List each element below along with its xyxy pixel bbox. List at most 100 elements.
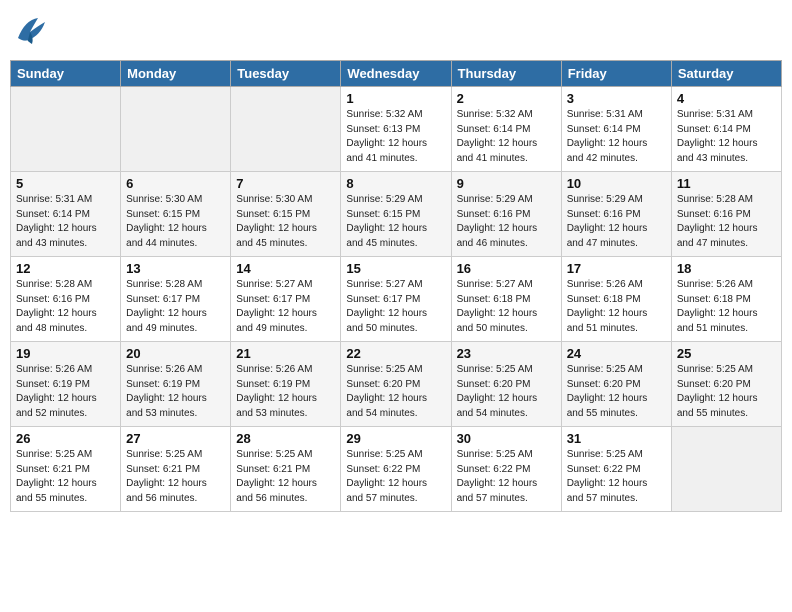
day-info: Sunrise: 5:25 AM Sunset: 6:21 PM Dayligh… bbox=[16, 448, 115, 506]
calendar-cell: 14 Sunrise: 5:27 AM Sunset: 6:17 PM Dayli… bbox=[231, 257, 341, 342]
day-info: Sunrise: 5:25 AM Sunset: 6:20 PM Dayligh… bbox=[677, 363, 776, 421]
week-row-3: 12 Sunrise: 5:28 AM Sunset: 6:16 PM Dayli… bbox=[11, 257, 782, 342]
calendar-cell: 5Sunrise: 5:31 AM Sunset: 6:14 PM Daylig… bbox=[11, 172, 121, 257]
calendar-table: SundayMondayTuesdayWednesdayThursdayFrid… bbox=[10, 60, 782, 512]
calendar-cell bbox=[11, 87, 121, 172]
day-number: 4 bbox=[677, 91, 776, 106]
calendar-cell bbox=[671, 427, 781, 512]
day-number: 6 bbox=[126, 176, 225, 191]
day-info: Sunrise: 5:25 AM Sunset: 6:20 PM Dayligh… bbox=[567, 363, 666, 421]
day-number: 17 bbox=[567, 261, 666, 276]
day-info: Sunrise: 5:26 AM Sunset: 6:19 PM Dayligh… bbox=[236, 363, 335, 421]
calendar-cell: 11Sunrise: 5:28 AM Sunset: 6:16 PM Dayli… bbox=[671, 172, 781, 257]
day-info: Sunrise: 5:27 AM Sunset: 6:17 PM Dayligh… bbox=[236, 278, 335, 336]
day-number: 22 bbox=[346, 346, 445, 361]
calendar-cell: 26 Sunrise: 5:25 AM Sunset: 6:21 PM Dayli… bbox=[11, 427, 121, 512]
day-number: 7 bbox=[236, 176, 335, 191]
header-row: SundayMondayTuesdayWednesdayThursdayFrid… bbox=[11, 61, 782, 87]
calendar-cell: 9Sunrise: 5:29 AM Sunset: 6:16 PM Daylig… bbox=[451, 172, 561, 257]
calendar-cell: 4 Sunrise: 5:31 AM Sunset: 6:14 PM Daylig… bbox=[671, 87, 781, 172]
calendar-cell: 7 Sunrise: 5:30 AM Sunset: 6:15 PM Daylig… bbox=[231, 172, 341, 257]
day-header-tuesday: Tuesday bbox=[231, 61, 341, 87]
day-info: Sunrise: 5:25 AM Sunset: 6:20 PM Dayligh… bbox=[346, 363, 445, 421]
day-header-thursday: Thursday bbox=[451, 61, 561, 87]
day-info: Sunrise: 5:27 AM Sunset: 6:17 PM Dayligh… bbox=[346, 278, 445, 336]
day-info: Sunrise: 5:25 AM Sunset: 6:21 PM Dayligh… bbox=[126, 448, 225, 506]
day-number: 5 bbox=[16, 176, 115, 191]
calendar-cell: 8 Sunrise: 5:29 AM Sunset: 6:15 PM Daylig… bbox=[341, 172, 451, 257]
day-number: 18 bbox=[677, 261, 776, 276]
calendar-cell: 2 Sunrise: 5:32 AM Sunset: 6:14 PM Daylig… bbox=[451, 87, 561, 172]
calendar-cell: 10Sunrise: 5:29 AM Sunset: 6:16 PM Dayli… bbox=[561, 172, 671, 257]
day-number: 24 bbox=[567, 346, 666, 361]
day-number: 14 bbox=[236, 261, 335, 276]
calendar-cell: 12 Sunrise: 5:28 AM Sunset: 6:16 PM Dayli… bbox=[11, 257, 121, 342]
day-number: 27 bbox=[126, 431, 225, 446]
day-number: 21 bbox=[236, 346, 335, 361]
day-number: 19 bbox=[16, 346, 115, 361]
day-info: Sunrise: 5:28 AM Sunset: 6:16 PM Dayligh… bbox=[16, 278, 115, 336]
day-info: Sunrise: 5:31 AM Sunset: 6:14 PM Dayligh… bbox=[677, 108, 776, 166]
week-row-2: 5Sunrise: 5:31 AM Sunset: 6:14 PM Daylig… bbox=[11, 172, 782, 257]
day-number: 10 bbox=[567, 176, 666, 191]
day-info: Sunrise: 5:32 AM Sunset: 6:13 PM Dayligh… bbox=[346, 108, 445, 166]
day-info: Sunrise: 5:25 AM Sunset: 6:21 PM Dayligh… bbox=[236, 448, 335, 506]
day-number: 11 bbox=[677, 176, 776, 191]
calendar-cell: 13 Sunrise: 5:28 AM Sunset: 6:17 PM Dayli… bbox=[121, 257, 231, 342]
day-info: Sunrise: 5:31 AM Sunset: 6:14 PM Dayligh… bbox=[567, 108, 666, 166]
day-number: 15 bbox=[346, 261, 445, 276]
calendar-cell: 17 Sunrise: 5:26 AM Sunset: 6:18 PM Dayli… bbox=[561, 257, 671, 342]
day-info: Sunrise: 5:26 AM Sunset: 6:19 PM Dayligh… bbox=[16, 363, 115, 421]
week-row-1: 1 Sunrise: 5:32 AM Sunset: 6:13 PM Daylig… bbox=[11, 87, 782, 172]
day-number: 23 bbox=[457, 346, 556, 361]
day-number: 26 bbox=[16, 431, 115, 446]
calendar-cell: 23 Sunrise: 5:25 AM Sunset: 6:20 PM Dayli… bbox=[451, 342, 561, 427]
day-info: Sunrise: 5:27 AM Sunset: 6:18 PM Dayligh… bbox=[457, 278, 556, 336]
calendar-cell: 6 Sunrise: 5:30 AM Sunset: 6:15 PM Daylig… bbox=[121, 172, 231, 257]
day-header-friday: Friday bbox=[561, 61, 671, 87]
day-number: 30 bbox=[457, 431, 556, 446]
day-info: Sunrise: 5:26 AM Sunset: 6:18 PM Dayligh… bbox=[677, 278, 776, 336]
calendar-cell: 3 Sunrise: 5:31 AM Sunset: 6:14 PM Daylig… bbox=[561, 87, 671, 172]
day-info: Sunrise: 5:25 AM Sunset: 6:22 PM Dayligh… bbox=[567, 448, 666, 506]
day-number: 3 bbox=[567, 91, 666, 106]
day-header-monday: Monday bbox=[121, 61, 231, 87]
calendar-cell: 22 Sunrise: 5:25 AM Sunset: 6:20 PM Dayli… bbox=[341, 342, 451, 427]
calendar-cell: 15 Sunrise: 5:27 AM Sunset: 6:17 PM Dayli… bbox=[341, 257, 451, 342]
day-info: Sunrise: 5:30 AM Sunset: 6:15 PM Dayligh… bbox=[126, 193, 225, 251]
day-number: 25 bbox=[677, 346, 776, 361]
day-number: 20 bbox=[126, 346, 225, 361]
calendar-cell: 28 Sunrise: 5:25 AM Sunset: 6:21 PM Dayli… bbox=[231, 427, 341, 512]
day-info: Sunrise: 5:29 AM Sunset: 6:16 PM Dayligh… bbox=[457, 193, 556, 251]
calendar-cell: 25 Sunrise: 5:25 AM Sunset: 6:20 PM Dayli… bbox=[671, 342, 781, 427]
day-number: 8 bbox=[346, 176, 445, 191]
calendar-cell bbox=[121, 87, 231, 172]
calendar-cell: 1 Sunrise: 5:32 AM Sunset: 6:13 PM Daylig… bbox=[341, 87, 451, 172]
day-info: Sunrise: 5:26 AM Sunset: 6:18 PM Dayligh… bbox=[567, 278, 666, 336]
calendar-cell: 24 Sunrise: 5:25 AM Sunset: 6:20 PM Dayli… bbox=[561, 342, 671, 427]
page-header bbox=[10, 10, 782, 50]
day-number: 1 bbox=[346, 91, 445, 106]
logo-icon bbox=[10, 10, 50, 50]
day-info: Sunrise: 5:28 AM Sunset: 6:17 PM Dayligh… bbox=[126, 278, 225, 336]
day-header-sunday: Sunday bbox=[11, 61, 121, 87]
calendar-cell: 27 Sunrise: 5:25 AM Sunset: 6:21 PM Dayli… bbox=[121, 427, 231, 512]
day-info: Sunrise: 5:29 AM Sunset: 6:15 PM Dayligh… bbox=[346, 193, 445, 251]
calendar-cell: 16Sunrise: 5:27 AM Sunset: 6:18 PM Dayli… bbox=[451, 257, 561, 342]
calendar-cell: 31Sunrise: 5:25 AM Sunset: 6:22 PM Dayli… bbox=[561, 427, 671, 512]
day-info: Sunrise: 5:30 AM Sunset: 6:15 PM Dayligh… bbox=[236, 193, 335, 251]
day-number: 12 bbox=[16, 261, 115, 276]
calendar-cell: 18 Sunrise: 5:26 AM Sunset: 6:18 PM Dayli… bbox=[671, 257, 781, 342]
day-number: 13 bbox=[126, 261, 225, 276]
day-header-wednesday: Wednesday bbox=[341, 61, 451, 87]
calendar-cell: 20 Sunrise: 5:26 AM Sunset: 6:19 PM Dayli… bbox=[121, 342, 231, 427]
day-info: Sunrise: 5:25 AM Sunset: 6:22 PM Dayligh… bbox=[346, 448, 445, 506]
day-info: Sunrise: 5:26 AM Sunset: 6:19 PM Dayligh… bbox=[126, 363, 225, 421]
day-info: Sunrise: 5:25 AM Sunset: 6:22 PM Dayligh… bbox=[457, 448, 556, 506]
day-number: 28 bbox=[236, 431, 335, 446]
logo bbox=[10, 10, 54, 50]
day-info: Sunrise: 5:32 AM Sunset: 6:14 PM Dayligh… bbox=[457, 108, 556, 166]
day-number: 2 bbox=[457, 91, 556, 106]
day-info: Sunrise: 5:25 AM Sunset: 6:20 PM Dayligh… bbox=[457, 363, 556, 421]
calendar-cell: 21 Sunrise: 5:26 AM Sunset: 6:19 PM Dayli… bbox=[231, 342, 341, 427]
